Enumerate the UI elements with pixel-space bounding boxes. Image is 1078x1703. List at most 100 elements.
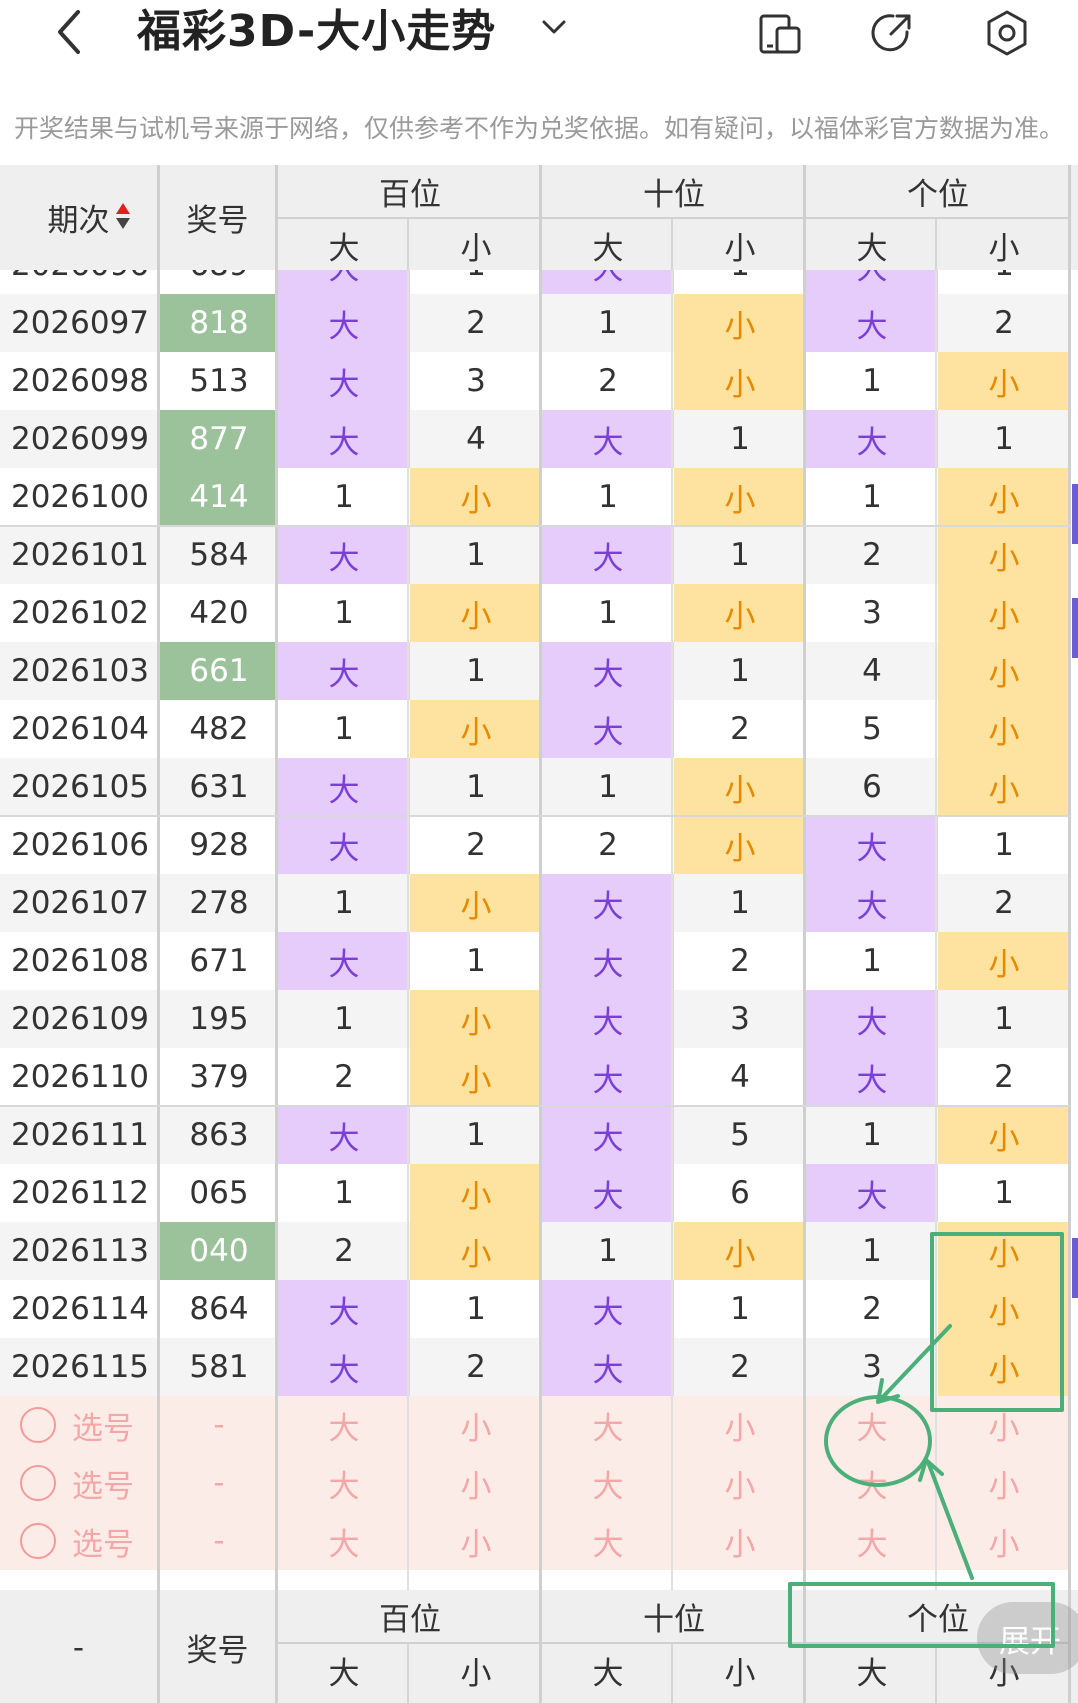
trend-cell: 大 xyxy=(542,1164,674,1222)
trend-cell: 小 xyxy=(938,352,1070,410)
trend-cell: 小 xyxy=(674,294,806,352)
trend-cell: 小 xyxy=(938,468,1070,526)
trend-cell: 1 xyxy=(598,1233,618,1269)
trend-cell: 1 xyxy=(334,1175,354,1211)
trend-cell: 小 xyxy=(938,1106,1070,1164)
select-option[interactable]: 大 xyxy=(278,1454,410,1512)
period-header-label: 期次 xyxy=(47,203,110,239)
select-option[interactable]: 小 xyxy=(938,1512,1070,1570)
sub-header: 大 xyxy=(592,230,624,267)
trend-cell: 小 xyxy=(410,990,542,1048)
select-option[interactable]: 大 xyxy=(278,1396,410,1454)
trend-cell: 小 xyxy=(410,874,542,932)
trend-cell: 2 xyxy=(994,1059,1014,1095)
period-cell: 2026098 xyxy=(10,363,150,399)
trend-cell: 1 xyxy=(466,537,486,573)
trend-cell: 大 xyxy=(542,874,674,932)
back-icon[interactable] xyxy=(50,4,90,60)
select-option[interactable]: 小 xyxy=(674,1512,806,1570)
trend-cell: 大 xyxy=(806,410,938,468)
trend-cell: 2 xyxy=(334,1233,354,1269)
trend-cell: 2 xyxy=(994,305,1014,341)
trend-cell: 小 xyxy=(674,468,806,526)
select-radio[interactable] xyxy=(20,1465,56,1501)
trend-cell: 1 xyxy=(334,1001,354,1037)
select-option[interactable]: 大 xyxy=(806,1454,938,1512)
period-header[interactable]: 期次 xyxy=(0,165,157,270)
trend-cell: 1 xyxy=(598,769,618,805)
column-divider xyxy=(407,219,409,270)
select-dash: - xyxy=(213,1465,225,1501)
trend-cell: 5 xyxy=(730,1117,750,1153)
trend-cell: 2 xyxy=(466,305,486,341)
trend-cell: 1 xyxy=(598,305,618,341)
select-option[interactable]: 小 xyxy=(410,1396,542,1454)
disclaimer-notice: 开奖结果与试机号来源于网络，仅供参考不作为兑奖依据。如有疑问，以福体彩官方数据为… xyxy=(13,114,1064,143)
period-cell: 2026105 xyxy=(10,769,150,805)
trend-cell: 大 xyxy=(542,1106,674,1164)
trend-cell: 小 xyxy=(410,700,542,758)
scroll-indicator xyxy=(1072,598,1078,658)
trend-cell: 大 xyxy=(806,294,938,352)
trend-cell: 1 xyxy=(730,1291,750,1327)
trend-cell: 大 xyxy=(542,932,674,990)
period-cell: 2026111 xyxy=(10,1117,150,1153)
chevron-down-icon[interactable] xyxy=(536,10,572,46)
trend-cell: 大 xyxy=(278,642,410,700)
select-option[interactable]: 大 xyxy=(542,1396,674,1454)
sort-up-icon xyxy=(116,203,130,214)
award-number-cell: 278 xyxy=(189,885,249,921)
period-cell: 2026114 xyxy=(10,1291,150,1327)
select-radio[interactable] xyxy=(20,1407,56,1443)
trend-cell: 小 xyxy=(410,1048,542,1106)
trend-cell: 1 xyxy=(466,943,486,979)
select-option[interactable]: 小 xyxy=(410,1512,542,1570)
period-cell: 2026108 xyxy=(10,943,150,979)
award-number-cell: 584 xyxy=(189,537,249,573)
trend-cell: 大 xyxy=(278,816,410,874)
column-divider xyxy=(803,1590,806,1703)
share-icon[interactable] xyxy=(867,8,917,58)
column-divider xyxy=(803,165,806,270)
award-number-cell: 818 xyxy=(160,294,278,352)
select-option[interactable]: 大 xyxy=(806,1512,938,1570)
footer-award-header: 奖号 xyxy=(186,1633,249,1669)
period-cell: 2026109 xyxy=(10,1001,150,1037)
device-switch-icon[interactable] xyxy=(755,8,805,58)
expand-button[interactable]: 展开 xyxy=(977,1602,1078,1674)
select-radio[interactable] xyxy=(20,1523,56,1559)
award-number-cell: 065 xyxy=(189,1175,249,1211)
select-option[interactable]: 小 xyxy=(410,1454,542,1512)
trend-cell: 小 xyxy=(674,758,806,816)
trend-cell: 1 xyxy=(730,653,750,689)
trend-cell: 1 xyxy=(862,479,882,515)
trend-cell: 1 xyxy=(994,827,1014,863)
trend-cell: 1 xyxy=(466,769,486,805)
select-option[interactable]: 大 xyxy=(542,1454,674,1512)
group-header: 十位 xyxy=(643,1601,705,1638)
column-divider xyxy=(935,1644,937,1703)
trend-cell: 1 xyxy=(730,421,750,457)
select-label: 选号 xyxy=(72,1410,134,1447)
trend-cell: 大 xyxy=(542,700,674,758)
select-option[interactable]: 大 xyxy=(278,1512,410,1570)
settings-icon[interactable] xyxy=(982,8,1032,58)
sub-header: 小 xyxy=(988,230,1020,267)
select-option[interactable]: 小 xyxy=(674,1396,806,1454)
select-option[interactable]: 小 xyxy=(938,1454,1070,1512)
column-divider xyxy=(539,1590,542,1703)
trend-cell: 2 xyxy=(862,537,882,573)
period-cell: 2026107 xyxy=(10,885,150,921)
trend-cell: 大 xyxy=(278,526,410,584)
select-option[interactable]: 小 xyxy=(674,1454,806,1512)
sub-header: 小 xyxy=(460,230,492,267)
select-option[interactable]: 大 xyxy=(542,1512,674,1570)
select-option[interactable]: 大 xyxy=(806,1396,938,1454)
column-divider xyxy=(157,1590,160,1703)
award-number-cell: 482 xyxy=(189,711,249,747)
row-group-divider xyxy=(0,1105,1070,1107)
trend-cell: 1 xyxy=(598,595,618,631)
select-option[interactable]: 小 xyxy=(938,1396,1070,1454)
trend-cell: 大 xyxy=(806,990,938,1048)
award-number-cell: 671 xyxy=(189,943,249,979)
